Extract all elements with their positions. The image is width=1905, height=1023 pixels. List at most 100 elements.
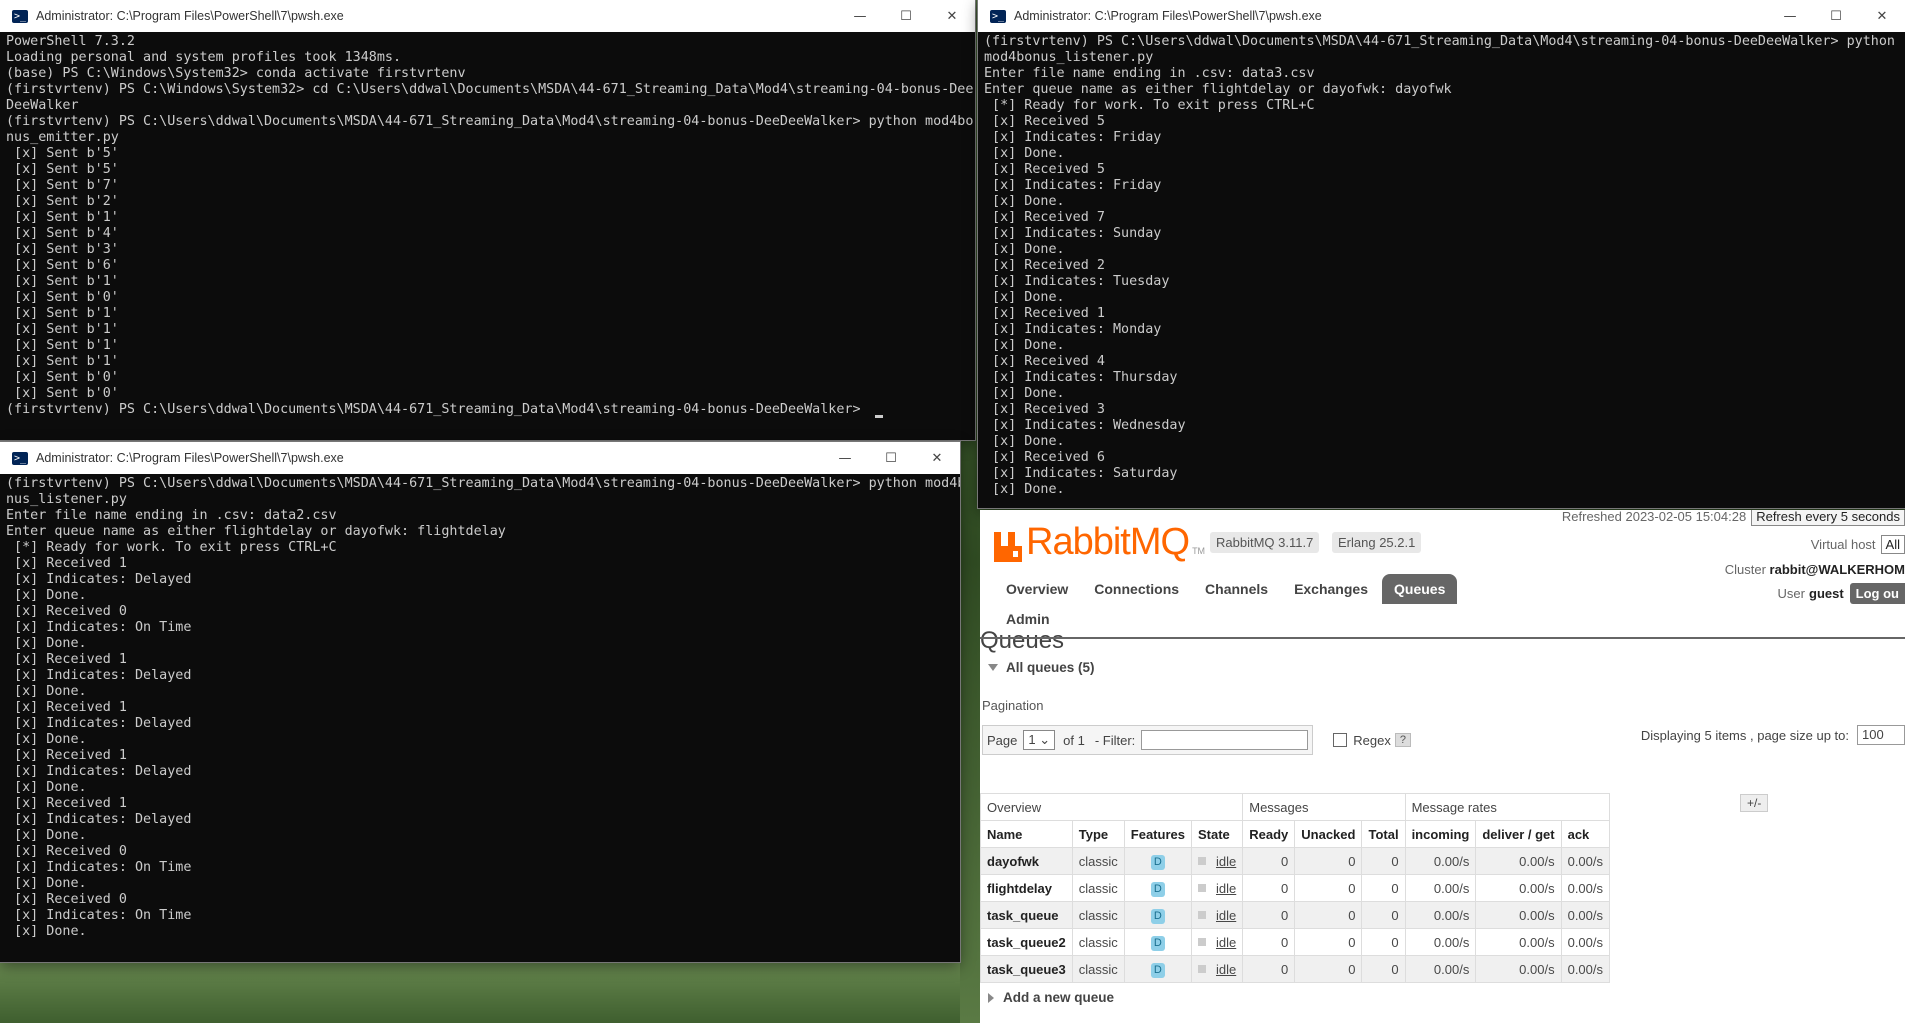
terminal-window-dayofwk-listener[interactable]: >_ Administrator: C:\Program Files\Power… [978,0,1905,508]
durable-badge: D [1150,881,1165,897]
queue-name-link[interactable]: task_queue [980,901,1073,929]
state-cell: idle [1190,955,1244,983]
nav-connections[interactable]: Connections [1082,574,1191,604]
nav-exchanges[interactable]: Exchanges [1282,574,1380,604]
terminal-line: [x] Sent b'1' [6,322,119,337]
queue-name-link[interactable]: task_queue2 [980,928,1073,956]
triangle-right-icon [988,992,994,1003]
terminal-output[interactable]: (firstvrtenv) PS C:\Users\ddwal\Document… [0,474,960,942]
terminal-line: [x] Done. [6,684,87,699]
powershell-icon: >_ [12,9,28,23]
state-indicator-icon [1197,965,1206,973]
terminal-output[interactable]: (firstvrtenv) PS C:\Users\ddwal\Document… [978,32,1905,500]
terminal-line: [x] Indicates: Friday [984,178,1162,193]
title-bar[interactable]: >_ Administrator: C:\Program Files\Power… [978,0,1905,32]
close-button[interactable]: ✕ [914,442,960,474]
state-value: idle [1215,961,1237,977]
terminal-window-emitter[interactable]: >_ Administrator: C:\Program Files\Power… [0,0,975,440]
table-cell: 0.00/s [1560,901,1611,929]
nav-channels[interactable]: Channels [1193,574,1280,604]
terminal-line: (firstvrtenv) PS C:\Users\ddwal\Document… [6,402,969,418]
refreshed-timestamp: Refreshed 2023-02-05 15:04:28 [1561,510,1747,524]
terminal-line: [x] Received 2 [984,258,1105,273]
filter-label: - Filter: [1094,732,1136,748]
column-header[interactable]: incoming [1404,820,1477,848]
regex-help-button[interactable]: ? [1394,733,1411,747]
virtual-host-select[interactable]: All [1880,535,1905,554]
terminal-line: [x] Sent b'0' [6,290,119,305]
queue-name-link[interactable]: task_queue3 [980,955,1073,983]
table-cell: 0.00/s [1475,901,1562,929]
column-header[interactable]: State [1190,820,1244,848]
terminal-line: [x] Indicates: Tuesday [984,274,1170,289]
minimize-button[interactable]: — [822,442,868,474]
add-new-queue-toggle[interactable]: Add a new queue [988,990,1114,1005]
column-header[interactable]: Features [1123,820,1192,848]
terminal-line: [x] Sent b'0' [6,386,119,401]
table-row: task_queue2 classic Didle 0 0 0 0.00/s 0.00/s 0.… [980,928,1611,956]
durable-badge: D [1150,935,1165,951]
terminal-line: Enter file name ending in .csv: data3.cs… [984,66,1315,81]
column-header[interactable]: Total [1361,820,1406,848]
table-row: task_queue3 classic Didle 0 0 0 0.00/s 0.00/s 0.… [980,955,1611,983]
column-header[interactable]: deliver / get [1475,820,1562,848]
terminal-window-flightdelay-listener[interactable]: >_ Administrator: C:\Program Files\Power… [0,442,960,962]
user-label: User [1777,586,1805,601]
close-button[interactable]: ✕ [929,0,975,32]
queue-name-link[interactable]: flightdelay [980,874,1073,902]
column-header[interactable]: ack [1560,820,1611,848]
queue-name-link[interactable]: dayofwk [980,847,1073,875]
terminal-line: [x] Sent b'1' [6,306,119,321]
maximize-button[interactable]: ☐ [868,442,914,474]
page-title: Queues [980,627,1065,654]
refresh-interval-select[interactable]: Refresh every 5 seconds [1751,510,1905,526]
state-indicator-icon [1197,911,1206,919]
column-header[interactable]: Name [980,820,1073,848]
table-column-header-row: Name Type Features State Ready Unacked Total in… [980,820,1611,848]
title-bar[interactable]: >_ Administrator: C:\Program Files\Power… [0,442,960,474]
terminal-line: [x] Received 5 [984,114,1105,129]
minimize-button[interactable]: — [1767,0,1813,32]
page-select[interactable]: 1 ⌄ [1023,730,1056,750]
terminal-line: [x] Sent b'0' [6,370,119,385]
table-cell: 0 [1242,955,1296,983]
refresh-area: Refreshed 2023-02-05 15:04:28 Refresh ev… [1562,510,1905,526]
powershell-icon: >_ [12,451,28,465]
main-nav: Overview Connections Channels Exchanges … [994,574,1514,634]
table-cell: 0.00/s [1475,955,1562,983]
all-queues-toggle[interactable]: All queues (5) [988,660,1095,675]
column-header[interactable]: Type [1071,820,1125,848]
column-header[interactable]: Ready [1242,820,1296,848]
table-cell: 0 [1294,928,1363,956]
close-button[interactable]: ✕ [1859,0,1905,32]
table-cell: 0 [1361,874,1406,902]
terminal-line: [x] Indicates: Wednesday [984,418,1186,433]
table-cell: 0 [1242,901,1296,929]
terminal-line: [x] Received 6 [984,450,1105,465]
title-bar[interactable]: >_ Administrator: C:\Program Files\Power… [0,0,975,32]
maximize-button[interactable]: ☐ [1813,0,1859,32]
regex-checkbox[interactable] [1333,733,1348,747]
nav-queues[interactable]: Queues [1382,574,1458,604]
filter-input[interactable] [1141,730,1309,750]
table-cell: classic [1071,847,1125,875]
page-size-input[interactable]: 100 [1857,725,1905,745]
page-value: 1 [1028,732,1036,747]
minimize-button[interactable]: — [837,0,883,32]
cluster-name: rabbit@WALKERHOM [1769,562,1905,577]
rabbitmq-logo[interactable]: RabbitMQ TM [994,518,1205,562]
all-queues-label: All queues (5) [1006,660,1095,675]
terminal-output[interactable]: PowerShell 7.3.2 Loading personal and sys… [0,32,975,420]
add-new-queue-label: Add a new queue [1003,990,1115,1005]
nav-overview[interactable]: Overview [994,574,1080,604]
logout-button[interactable]: Log ou [1849,583,1905,604]
terminal-line: [x] Done. [6,924,87,939]
terminal-line: [x] Received 7 [984,210,1105,225]
column-header[interactable]: Unacked [1294,820,1363,848]
state-indicator-icon [1197,857,1206,865]
maximize-button[interactable]: ☐ [883,0,929,32]
terminal-line: [x] Done. [6,780,87,795]
terminal-line: (firstvrtenv) PS C:\Windows\System32> cd… [6,82,974,97]
terminal-line: [x] Done. [984,386,1065,401]
column-toggle-button[interactable]: +/- [1740,794,1769,812]
